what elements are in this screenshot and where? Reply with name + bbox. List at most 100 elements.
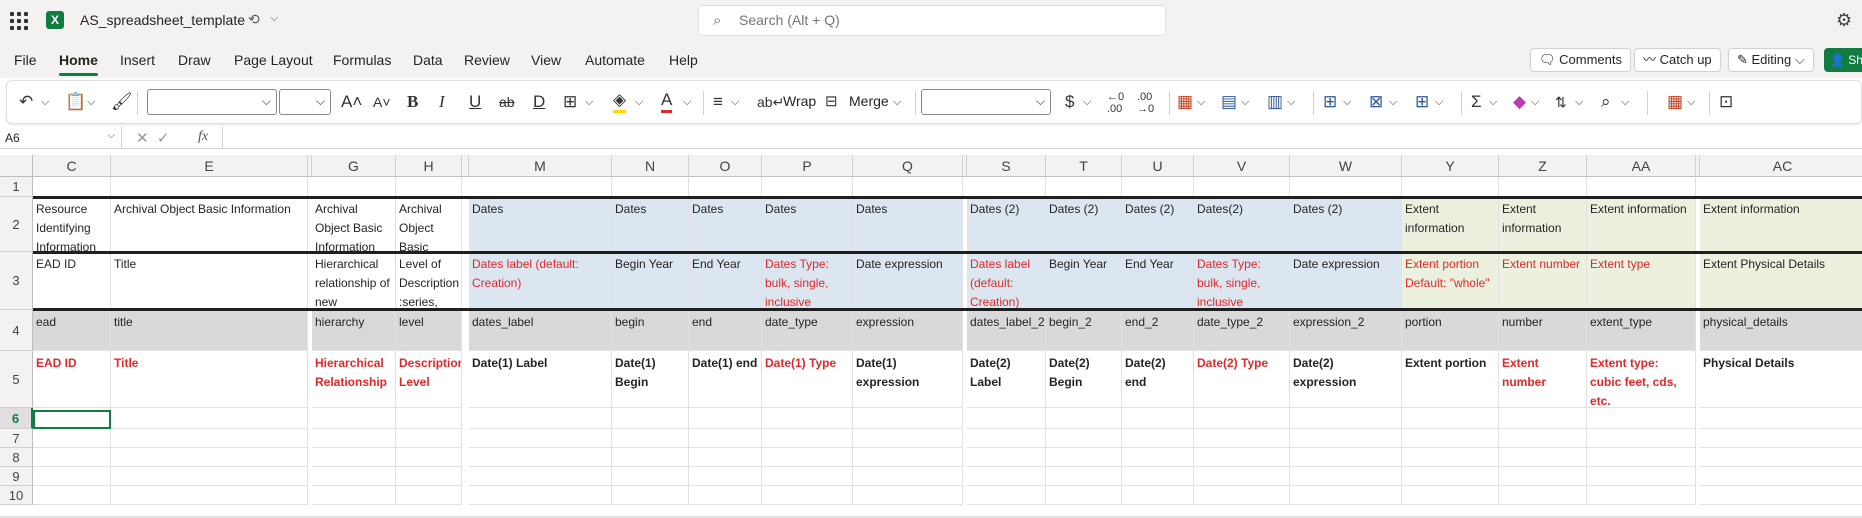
find-dropdown-icon[interactable]: ⌵ [1621, 91, 1629, 113]
cell-empty[interactable] [1499, 467, 1587, 486]
tab-draw[interactable]: Draw [178, 52, 211, 68]
cell-row5[interactable]: Date(2) Type [1194, 351, 1290, 408]
paste-icon[interactable]: 📋 [65, 91, 86, 113]
merge-dropdown-icon[interactable]: ⌵ [893, 91, 901, 113]
cell-styles-dropdown-icon[interactable]: ⌵ [1287, 91, 1295, 113]
cell-row4[interactable]: physical_details [1700, 310, 1862, 351]
cell-empty[interactable] [1402, 448, 1499, 467]
column-header[interactable]: N [612, 155, 689, 177]
cell-row5[interactable]: Date(1) Label [469, 351, 612, 408]
cell-empty[interactable] [111, 467, 308, 486]
cell-row5[interactable]: Date(2) Begin [1046, 351, 1122, 408]
cell-empty[interactable] [1587, 429, 1696, 448]
cell-row3[interactable]: Level of Description :series, [396, 252, 462, 310]
cell-empty[interactable] [967, 448, 1046, 467]
cell-empty[interactable] [689, 448, 762, 467]
search-input[interactable] [739, 12, 1139, 28]
cell-row5[interactable]: Date(1) Begin [612, 351, 689, 408]
cell-empty[interactable] [853, 486, 963, 505]
cell-empty[interactable] [689, 467, 762, 486]
cell-empty[interactable] [1499, 486, 1587, 505]
insert-cells-icon[interactable]: ⊞ [1323, 91, 1337, 113]
column-header[interactable]: E [111, 155, 308, 177]
cell-empty[interactable] [1122, 408, 1194, 429]
cell-row2[interactable]: Resource Identifying Information [33, 197, 111, 252]
column-header[interactable]: V [1194, 155, 1290, 177]
strikethrough-icon[interactable]: ab [499, 91, 515, 113]
cell-empty[interactable] [1194, 429, 1290, 448]
cell-row2[interactable]: Extent information [1402, 197, 1499, 252]
undo-dropdown-icon[interactable]: ⌵ [41, 91, 49, 113]
autosum-icon[interactable]: Σ [1471, 91, 1482, 113]
cell-row3[interactable]: Title [111, 252, 308, 310]
decrease-font-icon[interactable]: A˅ [373, 91, 391, 113]
cell-row2[interactable]: Dates (2) [1122, 197, 1194, 252]
share-button[interactable]: 👤 Sh [1824, 48, 1862, 72]
cell-row5[interactable]: EAD ID [33, 351, 111, 408]
cell-empty[interactable] [469, 408, 612, 429]
cell-empty[interactable] [1122, 177, 1194, 197]
cell-row4[interactable]: dates_label_2 [967, 310, 1046, 351]
cell-row4[interactable]: number [1499, 310, 1587, 351]
cell-row4[interactable]: date_type_2 [1194, 310, 1290, 351]
tab-page-layout[interactable]: Page Layout [234, 52, 313, 68]
cell-empty[interactable] [612, 448, 689, 467]
cell-row3[interactable]: Begin Year [1046, 252, 1122, 310]
format-cells-icon[interactable]: ⊞ [1415, 91, 1429, 113]
cell-empty[interactable] [1402, 467, 1499, 486]
cell-row2[interactable]: Archival Object Basic [396, 197, 462, 252]
column-header[interactable]: M [469, 155, 612, 177]
cell-empty[interactable] [1700, 177, 1862, 197]
cell-empty[interactable] [1194, 408, 1290, 429]
insert-cells-dropdown-icon[interactable]: ⌵ [1343, 91, 1351, 113]
cell-empty[interactable] [612, 177, 689, 197]
bold-icon[interactable]: B [407, 91, 418, 113]
cell-empty[interactable] [853, 177, 963, 197]
cell-row2[interactable]: Dates [612, 197, 689, 252]
tab-formulas[interactable]: Formulas [333, 52, 391, 68]
cell-row5[interactable]: Date(1) expression [853, 351, 963, 408]
cell-empty[interactable] [33, 448, 111, 467]
cell-empty[interactable] [1499, 429, 1587, 448]
cell-row2[interactable]: Extent information [1700, 197, 1862, 252]
cell-empty[interactable] [1587, 486, 1696, 505]
cell-empty[interactable] [396, 429, 462, 448]
cell-empty[interactable] [396, 177, 462, 197]
cell-empty[interactable] [612, 408, 689, 429]
cell-empty[interactable] [1046, 177, 1122, 197]
row-header[interactable]: 7 [0, 429, 33, 448]
borders-icon[interactable]: ⊞ [563, 91, 577, 113]
wrap-text-button[interactable]: Wrap [783, 93, 816, 109]
cell-row3[interactable]: Hierarchical relationship of new [312, 252, 396, 310]
merge-button[interactable]: Merge [849, 93, 889, 109]
cell-row2[interactable]: Archival Object Basic Information [111, 197, 308, 252]
cell-empty[interactable] [1587, 177, 1696, 197]
fill-color-dropdown-icon[interactable]: ⌵ [635, 91, 643, 113]
cell-row4[interactable]: expression_2 [1290, 310, 1402, 351]
cell-row5[interactable]: Title [111, 351, 308, 408]
column-header[interactable]: AA [1587, 155, 1696, 177]
cell-row5[interactable]: Date(1) Type [762, 351, 853, 408]
cell-empty[interactable] [469, 429, 612, 448]
cell-empty[interactable] [396, 448, 462, 467]
delete-cells-dropdown-icon[interactable]: ⌵ [1389, 91, 1397, 113]
cell-row5[interactable]: Date(2) Label [967, 351, 1046, 408]
align-dropdown-icon[interactable]: ⌵ [731, 91, 739, 113]
delete-cells-icon[interactable]: ⊠ [1369, 91, 1383, 113]
cell-row2[interactable]: Extent information [1587, 197, 1696, 252]
cell-row4[interactable]: ead [33, 310, 111, 351]
cell-empty[interactable] [853, 467, 963, 486]
cell-empty[interactable] [689, 486, 762, 505]
cell-empty[interactable] [1402, 429, 1499, 448]
cell-empty[interactable] [1402, 408, 1499, 429]
cell-row3[interactable]: Dates Type: bulk, single, inclusive [1194, 252, 1290, 310]
cell-empty[interactable] [1122, 467, 1194, 486]
underline-icon[interactable]: U [469, 91, 481, 113]
tab-automate[interactable]: Automate [585, 52, 645, 68]
cell-row2[interactable]: Dates (2) [1046, 197, 1122, 252]
cell-empty[interactable] [1122, 448, 1194, 467]
cell-empty[interactable] [33, 429, 111, 448]
tab-help[interactable]: Help [669, 52, 698, 68]
cell-empty[interactable] [762, 486, 853, 505]
cell-empty[interactable] [111, 177, 308, 197]
